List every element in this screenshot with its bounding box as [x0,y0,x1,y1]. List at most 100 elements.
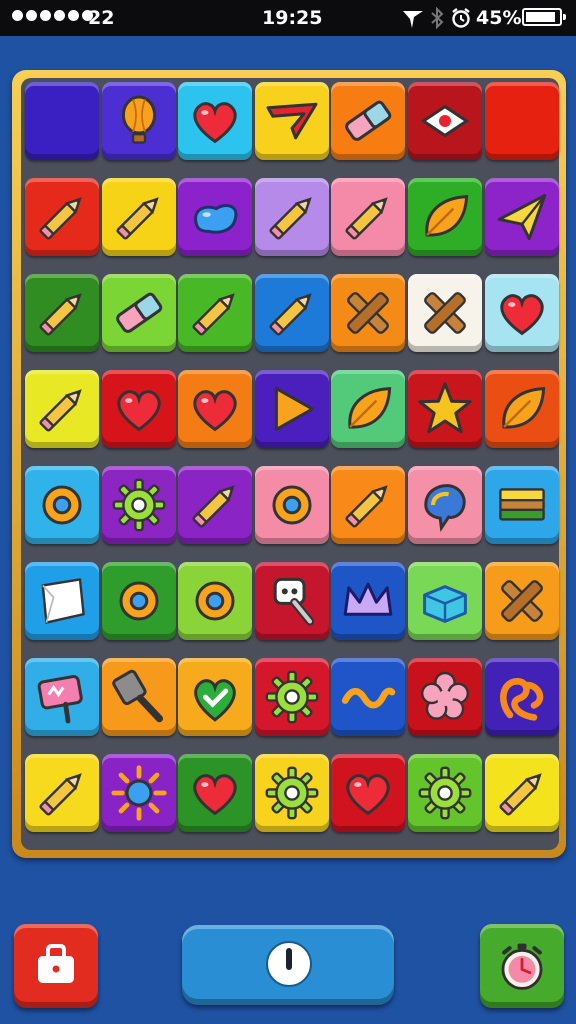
power-icon [266,941,312,987]
eraser-icon [345,100,392,141]
tile-r4-c5[interactable] [331,370,406,448]
tile-r7-c2[interactable] [101,658,176,736]
tile-r1-c3[interactable] [178,82,253,160]
pencil-icon [345,485,389,528]
tile-r4-c3[interactable] [178,370,253,448]
star-icon [418,382,472,434]
ring-icon [119,581,159,621]
cross-icon [347,292,390,334]
flower-icon [421,671,469,720]
carrier-label: 22 [88,7,115,29]
tile-r8-c3[interactable] [178,754,253,832]
tile-r2-c4[interactable] [254,178,329,256]
tile-r1-c5[interactable] [331,82,406,160]
tile-r1-c1[interactable] [25,82,99,160]
bluetooth-icon [431,7,444,29]
sun-icon [110,765,167,821]
tile-r4-c2[interactable] [101,370,176,448]
pencil-icon [499,773,542,816]
paper-sheet-icon [41,578,85,624]
tile-r8-c2[interactable] [101,754,176,832]
tile-r3-c1[interactable] [25,274,99,352]
tile-r2-c7[interactable] [484,178,559,256]
tile-r5-c7[interactable] [484,466,559,544]
tile-r5-c4[interactable] [254,466,329,544]
tile-r5-c1[interactable] [25,466,99,544]
battery-icon [522,8,566,26]
wave-icon [342,687,396,709]
speech-bubble-icon [424,484,466,532]
tile-r5-c5[interactable] [331,466,406,544]
pencil-icon [192,293,235,336]
tile-r8-c7[interactable] [484,754,559,832]
tile-r2-c5[interactable] [331,178,406,256]
tile-r1-c4[interactable] [254,82,329,160]
tile-r4-c1[interactable] [25,370,99,448]
tile-r2-c2[interactable] [101,178,176,256]
tile-r4-c7[interactable] [484,370,559,448]
paper-plane-icon [497,193,546,241]
status-bar: 22 19:25 45% [0,0,576,36]
tile-r5-c2[interactable] [101,466,176,544]
tile-r8-c1[interactable] [25,754,99,832]
tile-r3-c6[interactable] [408,274,482,352]
tile-r5-c6[interactable] [408,466,482,544]
power-button[interactable] [182,925,394,1005]
tile-r8-c4[interactable] [254,754,329,832]
tile-r6-c2[interactable] [101,562,176,640]
tile-r3-c7[interactable] [484,274,559,352]
tile-r3-c4[interactable] [254,274,329,352]
tile-r2-c6[interactable] [408,178,482,256]
tile-r7-c5[interactable] [331,658,406,736]
location-arrow-icon [403,11,423,28]
clock: 19:25 [262,7,323,29]
tile-r3-c3[interactable] [178,274,253,352]
signal-strength-icon [12,10,93,21]
cross-icon [424,292,466,334]
battery-percent: 45% [476,7,522,29]
tile-r4-c4[interactable] [254,370,329,448]
pencil-icon [39,773,82,816]
leaf-icon [348,387,392,429]
cube-icon [423,585,467,623]
tile-r7-c1[interactable] [25,658,99,736]
leaf-icon [425,195,469,237]
tile-r5-c3[interactable] [178,466,253,544]
tile-r6-c5[interactable] [331,562,406,640]
tile-r2-c3[interactable] [178,178,253,256]
tile-r1-c7[interactable] [484,82,559,160]
key-icon [273,577,314,626]
ring-icon [195,581,235,621]
tile-r3-c2[interactable] [101,274,176,352]
bag-icon [38,944,74,983]
pencil-icon [116,197,159,240]
tile-r8-c6[interactable] [408,754,482,832]
tile-r6-c7[interactable] [484,562,559,640]
tile-r3-c5[interactable] [331,274,406,352]
pencil-icon [345,197,389,240]
tile-r1-c2[interactable] [101,82,176,160]
heart-icon [193,774,237,816]
tile-r7-c3[interactable] [178,658,253,736]
tile-r7-c7[interactable] [484,658,559,736]
tile-r8-c5[interactable] [331,754,406,832]
alarm-clock-icon [452,8,470,28]
tile-r4-c6[interactable] [408,370,482,448]
bag-button[interactable] [14,924,98,1008]
tile-r6-c4[interactable] [254,562,329,640]
tile-r2-c1[interactable] [25,178,99,256]
timer-button[interactable] [480,924,564,1008]
pencil-icon [269,293,312,336]
tile-r1-c6[interactable] [408,82,482,160]
tile-r6-c3[interactable] [178,562,253,640]
tile-r6-c6[interactable] [408,562,482,640]
signal-dot [40,10,51,21]
balloon-icon [121,95,156,144]
tile-r6-c1[interactable] [25,562,99,640]
tile-r7-c6[interactable] [408,658,482,736]
pencil-icon [269,197,312,240]
signal-dot [26,10,37,21]
tile-r7-c4[interactable] [254,658,329,736]
gear-icon [265,766,319,820]
heart-icon [117,390,161,432]
